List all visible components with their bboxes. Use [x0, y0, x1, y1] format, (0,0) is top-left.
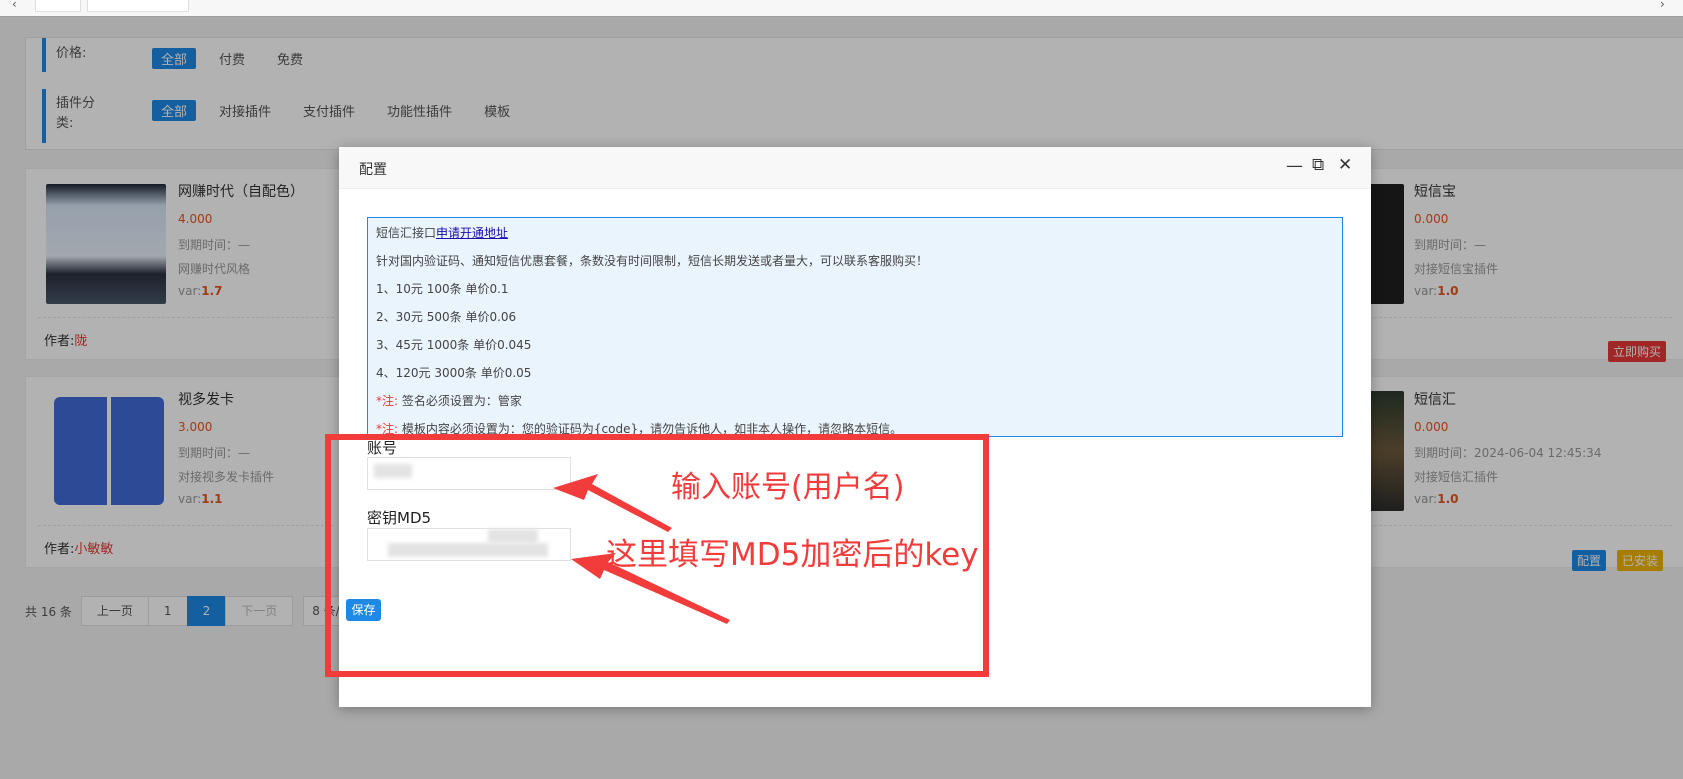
annotation-arrows	[553, 474, 730, 624]
annotation-account-hint: 输入账号(用户名)	[671, 470, 905, 505]
annotation-key-hint: 这里填写MD5加密后的key	[606, 537, 979, 573]
annotation-arrow-account	[553, 474, 672, 532]
